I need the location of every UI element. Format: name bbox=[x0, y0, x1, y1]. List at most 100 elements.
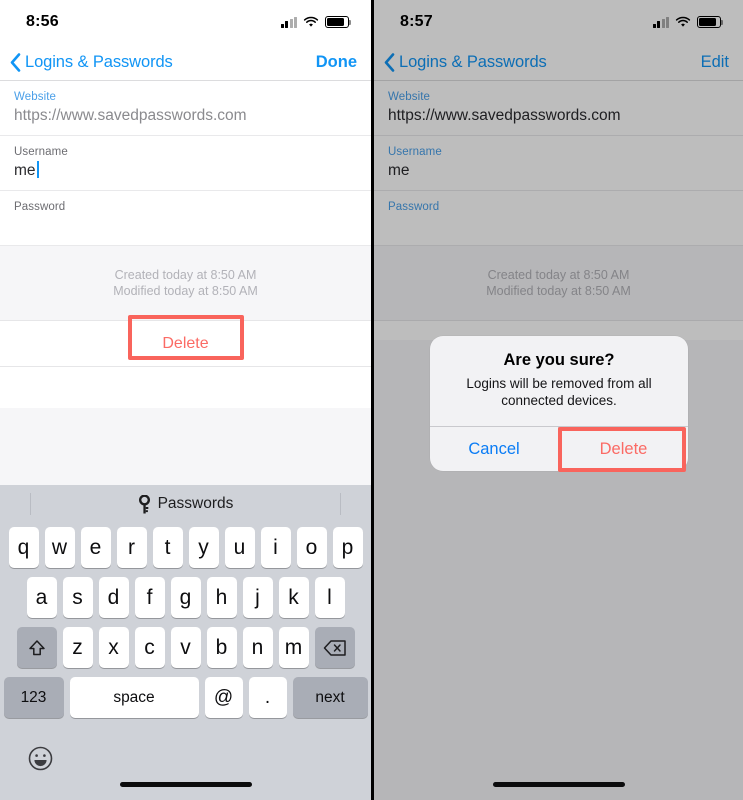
key-m[interactable]: m bbox=[278, 627, 309, 668]
alert-cancel-button[interactable]: Cancel bbox=[430, 427, 559, 471]
website-field-value: https://www.savedpasswords.com bbox=[14, 107, 247, 124]
key-c[interactable]: c bbox=[134, 627, 165, 668]
password-field-label: Password bbox=[14, 201, 66, 213]
back-button[interactable]: Logins & Passwords bbox=[384, 53, 547, 72]
key-e[interactable]: e bbox=[80, 527, 111, 568]
keyboard-row-2: asdfghjkl bbox=[0, 577, 371, 618]
modified-timestamp: Modified today at 8:50 AM bbox=[113, 284, 258, 298]
at-key[interactable]: @ bbox=[204, 677, 243, 718]
done-button[interactable]: Done bbox=[316, 53, 357, 72]
text-caret bbox=[36, 161, 39, 178]
delete-button-label: Delete bbox=[162, 334, 209, 352]
onscreen-keyboard: Passwords qwertyuiop asdfghjkl zxcvbnm 1… bbox=[0, 485, 371, 800]
key-q[interactable]: q bbox=[8, 527, 39, 568]
timestamp-block: Created today at 8:50 AM Modified today … bbox=[374, 246, 743, 321]
username-field-label: Username bbox=[14, 146, 68, 158]
chevron-left-icon bbox=[10, 52, 21, 72]
username-field-label: Username bbox=[388, 146, 442, 158]
battery-icon bbox=[325, 16, 352, 28]
status-bar: 8:57 bbox=[374, 0, 743, 44]
backspace-key[interactable] bbox=[314, 627, 355, 668]
created-timestamp: Created today at 8:50 AM bbox=[487, 268, 630, 282]
key-w[interactable]: w bbox=[44, 527, 75, 568]
home-indicator bbox=[119, 782, 252, 787]
key-d[interactable]: d bbox=[98, 577, 129, 618]
delete-row[interactable]: Delete bbox=[0, 315, 371, 367]
right-phone-screen: 8:57 Logins & Passwords Edit Website htt… bbox=[374, 0, 743, 800]
key-y[interactable]: y bbox=[188, 527, 219, 568]
modified-timestamp: Modified today at 8:50 AM bbox=[486, 284, 631, 298]
alert-actions: Cancel Delete bbox=[430, 426, 688, 471]
key-g[interactable]: g bbox=[170, 577, 201, 618]
key-k[interactable]: k bbox=[278, 577, 309, 618]
password-field[interactable]: Password bbox=[374, 191, 743, 246]
status-bar-clock: 8:56 bbox=[26, 13, 59, 30]
navigation-bar: Logins & Passwords Done bbox=[0, 44, 371, 81]
username-field-value: me bbox=[14, 162, 36, 179]
status-bar: 8:56 bbox=[0, 0, 371, 44]
wifi-icon bbox=[675, 16, 691, 27]
alert-delete-button[interactable]: Delete bbox=[559, 427, 688, 471]
key-s[interactable]: s bbox=[62, 577, 93, 618]
numbers-key[interactable]: 123 bbox=[3, 677, 64, 718]
period-key[interactable]: . bbox=[248, 677, 287, 718]
battery-icon bbox=[697, 16, 724, 28]
website-field[interactable]: Website https://www.savedpasswords.com bbox=[0, 81, 371, 136]
predictive-separator-right bbox=[340, 493, 341, 515]
back-button-label: Logins & Passwords bbox=[399, 52, 547, 71]
key-h[interactable]: h bbox=[206, 577, 237, 618]
website-field-value: https://www.savedpasswords.com bbox=[388, 107, 621, 124]
key-p[interactable]: p bbox=[332, 527, 363, 568]
space-key[interactable]: space bbox=[69, 677, 199, 718]
key-l[interactable]: l bbox=[314, 577, 345, 618]
key-z[interactable]: z bbox=[62, 627, 93, 668]
predictive-bar: Passwords bbox=[0, 485, 371, 523]
key-b[interactable]: b bbox=[206, 627, 237, 668]
screenshot-root: 8:56 Logins & Passwords Done Website htt… bbox=[0, 0, 743, 800]
keyboard-row-4: 123 space @ . next bbox=[0, 677, 371, 718]
signal-bars-icon bbox=[280, 17, 297, 28]
timestamp-block: Created today at 8:50 AM Modified today … bbox=[0, 246, 371, 321]
key-n[interactable]: n bbox=[242, 627, 273, 668]
password-field[interactable]: Password bbox=[0, 191, 371, 246]
keyboard-row-1: qwertyuiop bbox=[0, 527, 371, 568]
alert-header: Are you sure? Logins will be removed fro… bbox=[430, 336, 688, 426]
website-field[interactable]: Website https://www.savedpasswords.com bbox=[374, 81, 743, 136]
confirmation-alert: Are you sure? Logins will be removed fro… bbox=[430, 336, 688, 471]
key-o[interactable]: o bbox=[296, 527, 327, 568]
home-indicator bbox=[492, 782, 625, 787]
back-button[interactable]: Logins & Passwords bbox=[10, 53, 173, 72]
key-v[interactable]: v bbox=[170, 627, 201, 668]
empty-area bbox=[0, 408, 371, 485]
shift-key[interactable] bbox=[16, 627, 57, 668]
status-bar-icons bbox=[280, 16, 352, 28]
shift-up-arrow-icon bbox=[28, 639, 45, 655]
backspace-icon bbox=[323, 639, 346, 656]
username-field[interactable]: Username me bbox=[0, 136, 371, 191]
key-a[interactable]: a bbox=[26, 577, 57, 618]
status-bar-icons bbox=[652, 16, 724, 28]
edit-button[interactable]: Edit bbox=[701, 53, 729, 72]
emoji-smiley-icon[interactable] bbox=[28, 746, 53, 771]
credential-form: Website https://www.savedpasswords.com U… bbox=[374, 81, 743, 246]
credential-form: Website https://www.savedpasswords.com U… bbox=[0, 81, 371, 246]
next-key[interactable]: next bbox=[292, 677, 368, 718]
key-f[interactable]: f bbox=[134, 577, 165, 618]
username-field-value: me bbox=[388, 162, 410, 179]
passwords-suggestion[interactable]: Passwords bbox=[158, 495, 234, 513]
status-bar-clock: 8:57 bbox=[400, 13, 433, 30]
username-field[interactable]: Username me bbox=[374, 136, 743, 191]
back-button-label: Logins & Passwords bbox=[25, 52, 173, 71]
predictive-separator-left bbox=[30, 493, 31, 515]
key-t[interactable]: t bbox=[152, 527, 183, 568]
key-u[interactable]: u bbox=[224, 527, 255, 568]
keyboard-row-3: zxcvbnm bbox=[0, 627, 371, 668]
alert-message: Logins will be removed from all connecte… bbox=[466, 376, 652, 408]
key-x[interactable]: x bbox=[98, 627, 129, 668]
key-r[interactable]: r bbox=[116, 527, 147, 568]
created-timestamp: Created today at 8:50 AM bbox=[114, 268, 257, 282]
password-field-label: Password bbox=[388, 201, 440, 213]
key-j[interactable]: j bbox=[242, 577, 273, 618]
chevron-left-icon bbox=[384, 52, 395, 72]
key-i[interactable]: i bbox=[260, 527, 291, 568]
